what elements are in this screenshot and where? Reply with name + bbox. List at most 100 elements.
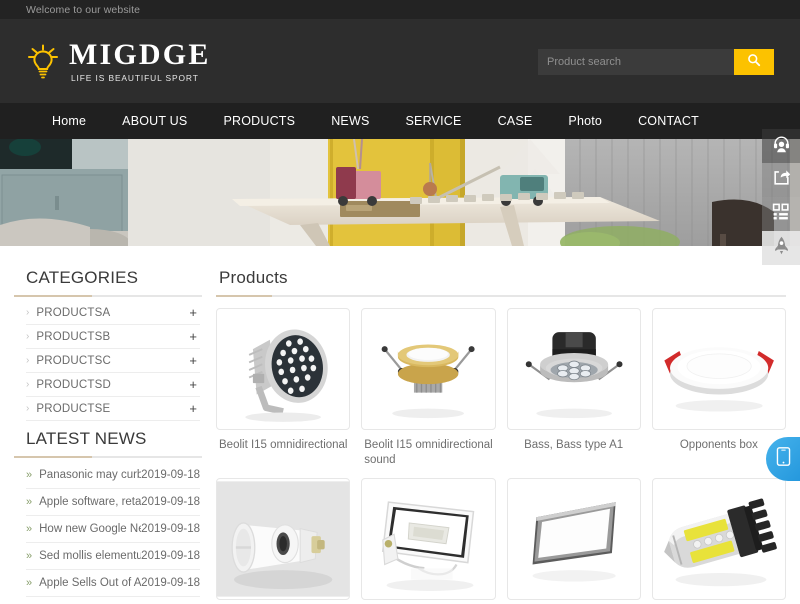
- nav-item-products[interactable]: PRODUCTS: [205, 114, 313, 128]
- share-button[interactable]: [762, 163, 800, 197]
- site-header: MIGDGE LIFE IS BEAUTIFUL SPORT: [0, 20, 800, 103]
- white-led-floodlight-icon: [382, 501, 475, 592]
- products-grid: Beolit I15 omnidirectional Beolit I15 om…: [216, 308, 786, 604]
- products-section: Products Beolit I15 omnidirectional Beol…: [216, 260, 786, 604]
- search-bar: [538, 48, 774, 75]
- product-card[interactable]: BeoPlay two speakers: [216, 478, 351, 604]
- plus-icon[interactable]: +: [189, 377, 200, 392]
- category-item-productsc[interactable]: › PRODUCTSC +: [26, 349, 200, 373]
- category-label: PRODUCTSE: [36, 402, 111, 415]
- side-float-toolbar: [762, 129, 800, 265]
- qr-list-button[interactable]: [762, 197, 800, 231]
- qr-list-icon: [772, 202, 791, 226]
- white-round-panel-light-icon: [664, 347, 774, 412]
- nav-item-news[interactable]: NEWS: [313, 114, 387, 128]
- product-thumbnail: [216, 478, 351, 601]
- logo-name: MIGDGE: [69, 38, 211, 72]
- news-item[interactable]: » Apple Sells Out of AI 2019-09-18: [26, 570, 200, 597]
- sidebar: CATEGORIES › PRODUCTSA + › PRODUCTSB + ›: [14, 260, 202, 604]
- categories-title-rule: [14, 295, 202, 297]
- search-input[interactable]: [538, 48, 734, 75]
- product-thumbnail: [651, 478, 786, 601]
- led-floodlight-round-array-icon: [245, 329, 328, 422]
- automotive-led-bulb-icon: [663, 498, 777, 587]
- news-title: Apple software, retai: [39, 496, 142, 508]
- nav-item-home[interactable]: Home: [38, 114, 104, 128]
- product-card[interactable]: BeoPlay A9 wireless: [361, 478, 496, 604]
- product-card[interactable]: Bass, Bass type A1: [506, 308, 641, 468]
- double-chevron-icon: »: [26, 469, 33, 481]
- nav-item-case[interactable]: CASE: [480, 114, 551, 128]
- logo[interactable]: MIGDGE LIFE IS BEAUTIFUL SPORT: [26, 40, 211, 83]
- top-welcome-bar: Welcome to our website: [0, 0, 800, 20]
- products-title: Products: [219, 268, 288, 287]
- product-name: Beolit I15 omnidirectional: [219, 439, 348, 451]
- page-content: CATEGORIES › PRODUCTSA + › PRODUCTSB + ›: [0, 246, 800, 604]
- category-label: PRODUCTSB: [36, 330, 111, 343]
- search-button[interactable]: [734, 48, 774, 75]
- silver-7led-spotlight-icon: [525, 332, 622, 419]
- chevron-right-icon: ›: [26, 331, 30, 342]
- chevron-right-icon: ›: [26, 355, 30, 366]
- nav-item-service[interactable]: SERVICE: [388, 114, 480, 128]
- search-icon: [747, 53, 761, 70]
- category-item-productsd[interactable]: › PRODUCTSD +: [26, 373, 200, 397]
- product-card[interactable]: Beolit I15 omnidirectional sound: [361, 308, 496, 468]
- plus-icon[interactable]: +: [189, 329, 200, 344]
- product-card[interactable]: Beolit I15 omnidirectional: [216, 308, 351, 468]
- product-thumbnail: [361, 478, 496, 601]
- product-thumbnail: [651, 308, 786, 430]
- share-icon: [772, 168, 791, 192]
- product-name: Bass, Bass type A1: [524, 439, 624, 451]
- product-card[interactable]: Beosound rotation: [506, 478, 641, 604]
- category-item-productse[interactable]: › PRODUCTSE +: [26, 397, 200, 421]
- latest-news-title-rule: [14, 456, 202, 458]
- news-title: How new Google Nexus: [39, 523, 141, 535]
- plus-icon[interactable]: +: [189, 401, 200, 416]
- main-navigation: Home ABOUT US PRODUCTS NEWS SERVICE CASE…: [0, 103, 800, 139]
- support-button[interactable]: [762, 129, 800, 163]
- nav-item-contact[interactable]: CONTACT: [620, 114, 717, 128]
- chevron-right-icon: ›: [26, 307, 30, 318]
- plus-icon[interactable]: +: [189, 353, 200, 368]
- latest-news-title: LATEST NEWS: [26, 429, 147, 448]
- latest-news-list: » Panasonic may curb so 2019-09-18 » App…: [14, 462, 202, 597]
- double-chevron-icon: »: [26, 496, 33, 508]
- product-card[interactable]: Spring up across the: [651, 478, 786, 604]
- news-title: Panasonic may curb so: [39, 469, 142, 481]
- product-thumbnail: [506, 478, 641, 601]
- mobile-phone-icon: [776, 447, 791, 471]
- white-lamp-housing-icon: [217, 481, 350, 597]
- double-chevron-icon: »: [26, 550, 33, 562]
- product-thumbnail: [361, 308, 496, 430]
- nav-item-about-us[interactable]: ABOUT US: [104, 114, 205, 128]
- news-date: 2019-09-18: [141, 469, 200, 481]
- news-item[interactable]: » Apple software, retai 2019-09-18: [26, 489, 200, 516]
- category-item-productsa[interactable]: › PRODUCTSA +: [26, 301, 200, 325]
- latest-news-block: LATEST NEWS » Panasonic may curb so 2019…: [14, 421, 202, 597]
- gold-downlight-icon: [381, 344, 475, 419]
- hero-banner[interactable]: [0, 139, 800, 246]
- double-chevron-icon: »: [26, 577, 33, 589]
- product-thumbnail: [506, 308, 641, 430]
- headset-support-icon: [772, 134, 791, 158]
- categories-list: › PRODUCTSA + › PRODUCTSB + › PRODUCTSC …: [14, 301, 202, 421]
- product-card[interactable]: Opponents box: [651, 308, 786, 468]
- plus-icon[interactable]: +: [189, 305, 200, 320]
- products-title-rule: [216, 295, 786, 297]
- logo-tagline: LIFE IS BEAUTIFUL SPORT: [71, 72, 199, 83]
- nav-item-photo[interactable]: Photo: [550, 114, 620, 128]
- categories-block: CATEGORIES › PRODUCTSA + › PRODUCTSB + ›: [14, 260, 202, 421]
- welcome-text: Welcome to our website: [26, 3, 141, 16]
- category-item-productsb[interactable]: › PRODUCTSB +: [26, 325, 200, 349]
- news-date: 2019-09-18: [141, 496, 200, 508]
- news-date: 2019-09-18: [141, 523, 200, 535]
- banner-image: [0, 139, 800, 246]
- news-item[interactable]: » Panasonic may curb so 2019-09-18: [26, 462, 200, 489]
- category-label: PRODUCTSA: [36, 306, 111, 319]
- news-item[interactable]: » Sed mollis elementum 2019-09-18: [26, 543, 200, 570]
- lightbulb-icon: [26, 44, 60, 80]
- double-chevron-icon: »: [26, 523, 33, 535]
- news-item[interactable]: » How new Google Nexus 2019-09-18: [26, 516, 200, 543]
- back-to-top-button[interactable]: [762, 231, 800, 265]
